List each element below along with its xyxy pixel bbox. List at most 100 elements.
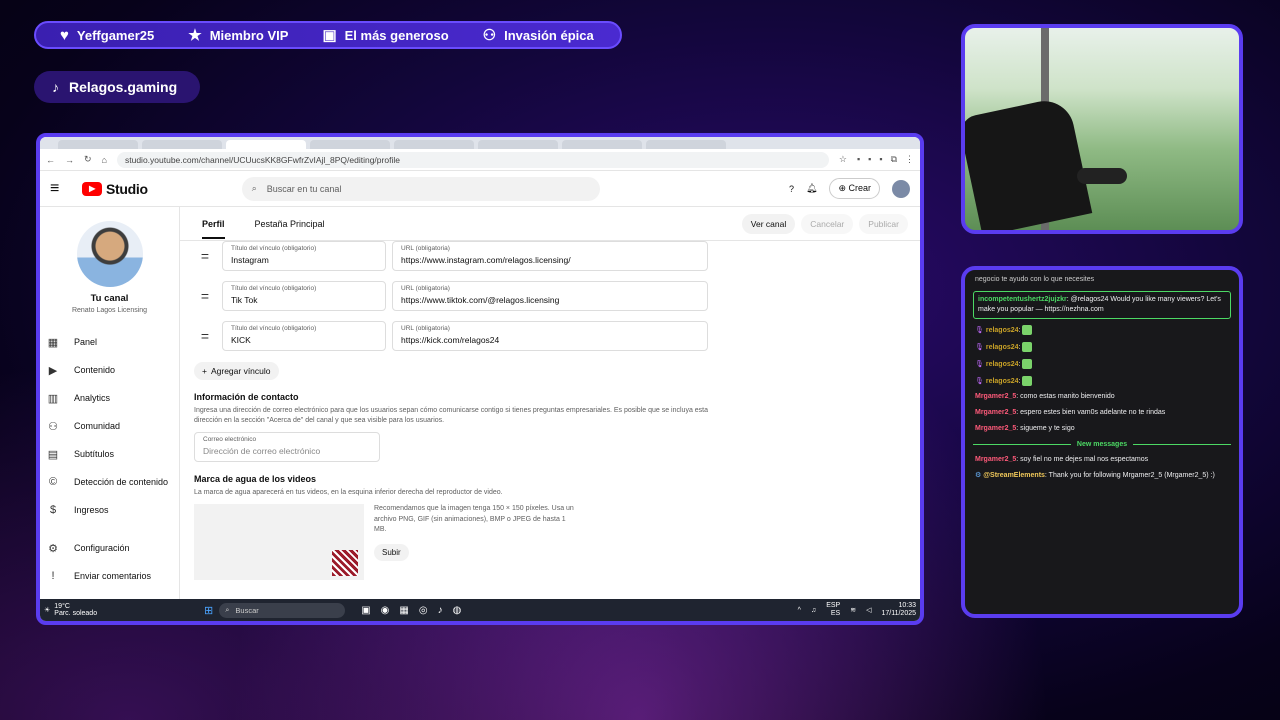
highlighted-chat-message: incompetentushertz2jujzkr: @relagos24 Wo… <box>973 291 1231 319</box>
address-bar: ← → ↻ ⌂ studio.youtube.com/channel/UCUuc… <box>40 149 920 171</box>
chat-message: 🎙︎ relagos24: <box>973 373 1231 390</box>
plus-icon: + <box>202 366 207 376</box>
taskbar-search[interactable]: ⌕ Buscar <box>219 602 346 618</box>
help-icon[interactable]: ? <box>789 184 794 194</box>
sidebar-item-feedback[interactable]: ! Enviar comentarios <box>40 562 179 590</box>
system-clock[interactable]: 10:33 17/11/2025 <box>881 602 916 618</box>
sidebar-item-earn[interactable]: $ Ingresos <box>40 496 179 524</box>
browser-tab[interactable] <box>310 140 390 149</box>
account-avatar[interactable] <box>892 179 910 198</box>
sidebar-item-analytics[interactable]: ▥ Analytics <box>40 384 179 412</box>
forward-icon[interactable]: → <box>65 155 74 165</box>
back-icon[interactable]: ← <box>46 155 55 165</box>
system-tray: ^ ♫ ESP ES ≋ ◁ 10:33 17/11/2025 <box>798 602 916 618</box>
link-title-field[interactable]: Título del vínculo (obligatorio) Instagra… <box>222 241 386 271</box>
windows-start-icon[interactable]: ⊞ <box>204 604 213 617</box>
search-icon: ⌕ <box>225 605 230 614</box>
extension-icon[interactable]: ▪ <box>857 154 860 165</box>
browser-tab[interactable] <box>394 140 474 149</box>
link-url-field[interactable]: URL (obligatoria) https://kick.com/relago… <box>392 321 708 351</box>
browser-tab[interactable] <box>226 140 306 149</box>
browser-tab[interactable] <box>142 140 222 149</box>
channel-avatar[interactable] <box>76 221 143 287</box>
browser-tab[interactable] <box>58 140 138 149</box>
emote-icon <box>1022 375 1033 386</box>
channel-name: Renato Lagos Licensing <box>71 307 148 314</box>
email-field[interactable]: Correo electrónico Dirección de correo e… <box>194 432 380 462</box>
cancel-button[interactable]: Cancelar <box>801 214 854 234</box>
tab-home[interactable]: Pestaña Principal <box>255 219 325 229</box>
customization-content: Perfil Pestaña Principal Ver canal Cance… <box>180 207 920 599</box>
edge-icon[interactable]: ◉ <box>381 605 390 616</box>
puzzle-icon[interactable]: ⧉ <box>891 154 897 165</box>
drag-handle-icon[interactable]: = <box>194 328 216 344</box>
header-actions: ? 🔔︎ ⊕ Crear <box>789 178 910 199</box>
heart-icon: ♥ <box>60 26 69 44</box>
store-icon[interactable]: ▦ <box>399 605 408 616</box>
studio-sidebar: Tu canal Renato Lagos Licensing ▦ Panel ▶… <box>40 207 180 599</box>
wifi-icon[interactable]: ≋ <box>850 606 856 614</box>
tiktok-app-icon[interactable]: ♪ <box>438 605 443 616</box>
extensions-area: ▪ ▪ ▪ ⧉ ⋮ <box>857 154 914 165</box>
chat-message: 🎙︎ relagos24: <box>973 322 1231 339</box>
sidebar-item-settings[interactable]: ⚙ Configuración <box>40 534 179 562</box>
view-channel-button[interactable]: Ver canal <box>741 214 796 234</box>
sidebar-item-panel[interactable]: ▦ Panel <box>40 328 179 356</box>
topbar-item-generous: ▣ El más generoso <box>322 27 449 44</box>
mic-icon[interactable]: ♫ <box>811 607 816 614</box>
tab-profile[interactable]: Perfil <box>202 219 225 239</box>
studio-body: Tu canal Renato Lagos Licensing ▦ Panel ▶… <box>40 207 920 599</box>
sidebar-item-content[interactable]: ▶ Contenido <box>40 356 179 384</box>
link-url-field[interactable]: URL (obligatoria) https://www.instagram.c… <box>392 241 708 271</box>
home-icon[interactable]: ⌂ <box>102 155 107 165</box>
browser-tab[interactable] <box>562 140 642 149</box>
create-button[interactable]: ⊕ Crear <box>829 178 880 199</box>
extension-icon[interactable]: ▪ <box>868 154 871 165</box>
sidebar-item-content-detection[interactable]: © Detección de contenido <box>40 468 179 496</box>
url-field[interactable]: studio.youtube.com/channel/UCUucsKK8GFwf… <box>116 151 829 168</box>
drag-handle-icon[interactable]: = <box>194 248 216 264</box>
topbar-item-vip: ★ Miembro VIP <box>188 27 289 44</box>
hamburger-menu-icon[interactable]: ≡ <box>50 180 74 198</box>
channel-search-input[interactable]: ⌕ Buscar en tu canal <box>241 176 600 201</box>
link-title-field[interactable]: Título del vínculo (obligatorio) KICK <box>222 321 386 351</box>
subtitles-icon: ▤ <box>47 448 59 461</box>
sidebar-item-community[interactable]: ⚇ Comunidad <box>40 412 179 440</box>
reload-icon[interactable]: ↻ <box>84 154 92 165</box>
browser-tab[interactable] <box>646 140 726 149</box>
chat-message: Mrgamer2_5: como estas manito bienvenido <box>975 393 1115 401</box>
link-title-field[interactable]: Título del vínculo (obligatorio) Tik Tok <box>222 281 386 311</box>
drag-handle-icon[interactable]: = <box>194 288 216 304</box>
star-icon: ★ <box>188 27 202 44</box>
chat-message: Mrgamer2_5: soy fiel no me dejes mal nos… <box>975 456 1149 464</box>
volume-icon[interactable]: ◁ <box>866 606 871 614</box>
watermark-row: Recomendamos que la imagen tenga 150 × 1… <box>194 504 906 580</box>
office-chair <box>965 95 1093 230</box>
add-link-button[interactable]: + Agregar vínculo <box>194 362 279 380</box>
upload-button[interactable]: Subir <box>374 543 409 561</box>
file-explorer-icon[interactable]: ▣ <box>361 605 370 616</box>
chrome-icon[interactable]: ◎ <box>419 605 428 616</box>
chevron-up-icon[interactable]: ^ <box>798 607 801 614</box>
publish-button[interactable]: Publicar <box>859 214 908 234</box>
extension-icon[interactable]: ▪ <box>879 154 882 165</box>
language-indicator[interactable]: ESP ES <box>826 602 840 618</box>
new-messages-divider: New messages <box>973 441 1232 448</box>
bookmark-star-icon[interactable]: ☆ <box>839 154 847 165</box>
chat-message-partial: negocio te ayudo con lo que necesites <box>975 276 1095 283</box>
mic-badge-icon: 🎙︎ <box>975 343 984 351</box>
contact-section: Información de contacto Ingresa una dire… <box>180 392 920 462</box>
notifications-icon[interactable]: 🔔︎ <box>806 183 817 194</box>
chat-message: Mrgamer2_5: espero estes bien vam0s adel… <box>975 409 1166 417</box>
chat-message: 🎙︎ relagos24: <box>973 339 1231 356</box>
emote-icon <box>1022 325 1033 335</box>
browser-tab[interactable] <box>478 140 558 149</box>
sidebar-item-subtitles[interactable]: ▤ Subtítulos <box>40 440 179 468</box>
studio-logo[interactable]: ▶ Studio <box>82 181 148 197</box>
link-url-field[interactable]: URL (obligatoria) https://www.tiktok.com/… <box>392 281 708 311</box>
mic-badge-icon: 🎙︎ <box>975 360 984 368</box>
whatsapp-icon[interactable]: ◍ <box>453 605 462 616</box>
menu-dots-icon[interactable]: ⋮ <box>905 154 914 165</box>
watermark-description: La marca de agua aparecerá en tus videos… <box>194 489 503 496</box>
weather-widget[interactable]: ☀ 19°C Parc. soleado <box>44 603 204 617</box>
